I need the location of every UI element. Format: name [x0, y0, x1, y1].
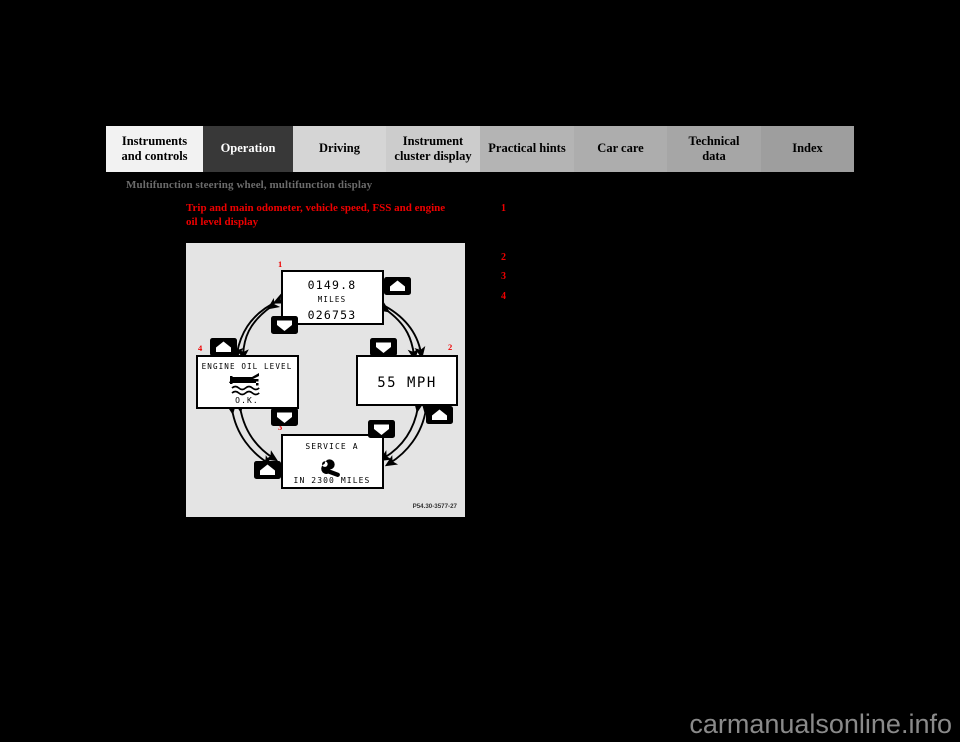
- section-tab-bar: Instruments and controls Operation Drivi…: [106, 126, 854, 172]
- odometer-unit-label: MILES: [318, 295, 347, 304]
- tab-practical-hints[interactable]: Practical hints: [480, 126, 574, 172]
- tab-label: Instruments and controls: [121, 133, 188, 163]
- tab-label: Technical data: [688, 133, 740, 163]
- scroll-up-button-3[interactable]: [254, 461, 281, 479]
- index-number-4: 4: [501, 291, 506, 302]
- tab-label: Index: [792, 141, 823, 156]
- scroll-down-button-2[interactable]: [370, 338, 397, 356]
- tab-label: Car care: [597, 141, 644, 156]
- index-number-1: 1: [501, 203, 506, 214]
- tab-instruments-and-controls[interactable]: Instruments and controls: [106, 126, 203, 172]
- callout-number-1: 1: [278, 259, 282, 269]
- vehicle-speed-value: 55 MPH: [377, 375, 437, 391]
- tab-car-care[interactable]: Car care: [574, 126, 667, 172]
- scroll-down-button-3[interactable]: [368, 420, 395, 438]
- tab-label: Driving: [319, 141, 360, 156]
- scroll-down-button-1[interactable]: [271, 316, 298, 334]
- section-heading: Multifunction steering wheel, multifunct…: [126, 179, 373, 191]
- odometer-trip-value: 0149.8: [308, 278, 357, 292]
- service-type-label: SERVICE A: [305, 442, 358, 451]
- callout-number-2: 2: [448, 342, 452, 352]
- scroll-up-button-4[interactable]: [210, 338, 237, 356]
- oil-level-title: ENGINE OIL LEVEL: [202, 362, 293, 371]
- tab-instrument-cluster-display[interactable]: Instrument cluster display: [386, 126, 480, 172]
- odometer-main-value: 026753: [308, 308, 357, 322]
- index-number-2: 2: [501, 252, 506, 263]
- scroll-down-button-4[interactable]: [271, 408, 298, 426]
- tab-driving[interactable]: Driving: [293, 126, 386, 172]
- tab-technical-data[interactable]: Technical data: [667, 126, 761, 172]
- tab-operation[interactable]: Operation: [203, 126, 293, 172]
- oil-level-status: O.K.: [235, 396, 259, 405]
- scroll-up-button-1[interactable]: [384, 277, 411, 295]
- subsection-heading: Trip and main odometer, vehicle speed, F…: [186, 202, 446, 228]
- tab-label: Operation: [220, 141, 276, 156]
- tab-label: Practical hints: [488, 141, 566, 156]
- multifunction-display-figure: 1 0149.8 MILES 026753 2 55 MPH 3 SERVICE…: [186, 243, 465, 517]
- service-remaining-label: IN 2300 MILES: [294, 476, 371, 485]
- site-watermark: carmanualsonline.info: [689, 709, 952, 739]
- tab-index[interactable]: Index: [761, 126, 854, 172]
- scroll-up-button-2[interactable]: [426, 406, 453, 424]
- tab-label: Instrument cluster display: [394, 133, 472, 163]
- index-number-3: 3: [501, 271, 506, 282]
- figure-caption: P54.30-3577-27: [413, 503, 458, 510]
